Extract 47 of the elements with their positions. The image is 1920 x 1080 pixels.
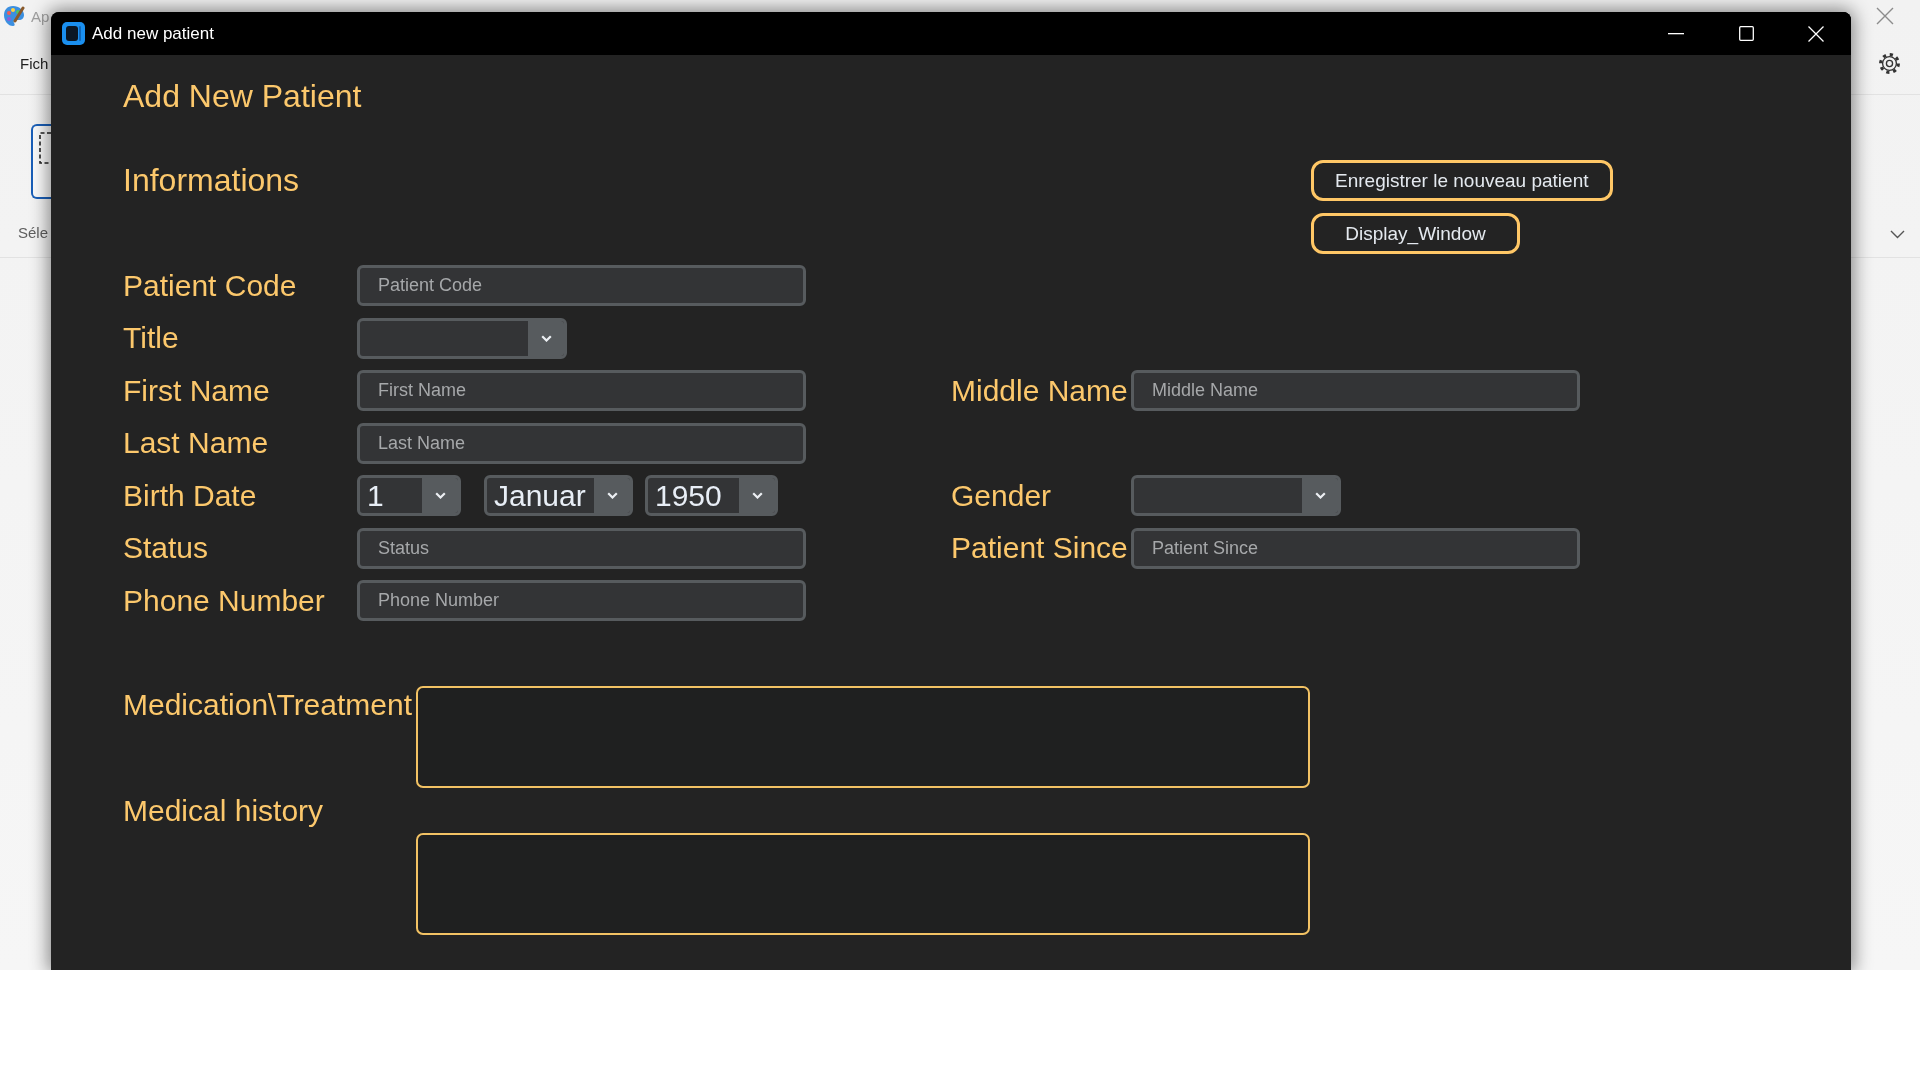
maximize-icon xyxy=(1738,26,1754,41)
field-label: Medical history xyxy=(123,793,324,828)
window-title: Add new patient xyxy=(92,23,214,44)
text-area[interactable] xyxy=(416,833,1310,935)
text-field[interactable]: Patient Code xyxy=(357,265,806,306)
close-icon xyxy=(1808,25,1824,42)
field-label: Last Name xyxy=(123,426,269,460)
tool-label: Séle xyxy=(18,224,49,242)
chevron-down-icon xyxy=(434,492,446,499)
dropdown[interactable] xyxy=(357,317,567,359)
chevron-down-icon xyxy=(1314,492,1326,499)
minimize-icon xyxy=(1668,32,1684,35)
action-button[interactable]: Enregistrer le nouveau patient xyxy=(1311,160,1613,201)
text-field[interactable]: First Name xyxy=(357,370,806,411)
field-label: Medication\Treatment xyxy=(123,687,412,722)
window-icon xyxy=(62,22,85,45)
dropdown[interactable]: 1950 xyxy=(645,475,778,516)
field-label: Gender xyxy=(951,478,1052,513)
dropdown[interactable]: 1 xyxy=(357,475,461,516)
dropdown[interactable]: Januar xyxy=(484,475,633,516)
settings-icon[interactable] xyxy=(1878,51,1901,75)
text-area[interactable] xyxy=(416,686,1310,788)
chevron-down-icon xyxy=(751,492,763,499)
close-icon[interactable] xyxy=(1876,7,1894,25)
chevron-down-icon[interactable] xyxy=(1890,230,1905,239)
field-label: Patient Since xyxy=(951,531,1128,565)
tool-button[interactable] xyxy=(31,124,51,199)
section-title: Informations xyxy=(123,162,300,199)
field-label: Title xyxy=(123,321,179,355)
text-field[interactable]: Patient Since xyxy=(1131,527,1580,569)
field-label: Phone Number xyxy=(123,583,325,618)
menu-item[interactable]: Fich xyxy=(20,54,49,72)
chevron-down-icon xyxy=(606,492,618,499)
chevron-down-icon xyxy=(540,334,552,342)
text-field[interactable]: Last Name xyxy=(357,422,806,464)
text-field[interactable]: Middle Name xyxy=(1131,370,1580,411)
palette-icon xyxy=(3,4,25,28)
action-button[interactable]: Display_Window xyxy=(1311,213,1520,254)
text-field[interactable]: Status xyxy=(357,527,806,569)
field-label: Middle Name xyxy=(951,373,1128,408)
app-title: Ap xyxy=(31,7,50,25)
field-label: Birth Date xyxy=(123,478,257,513)
page-heading: Add New Patient xyxy=(123,78,362,115)
text-field[interactable]: Phone Number xyxy=(357,580,806,621)
field-label: Patient Code xyxy=(123,268,297,303)
field-label: Status xyxy=(123,531,209,565)
field-label: First Name xyxy=(123,373,270,408)
